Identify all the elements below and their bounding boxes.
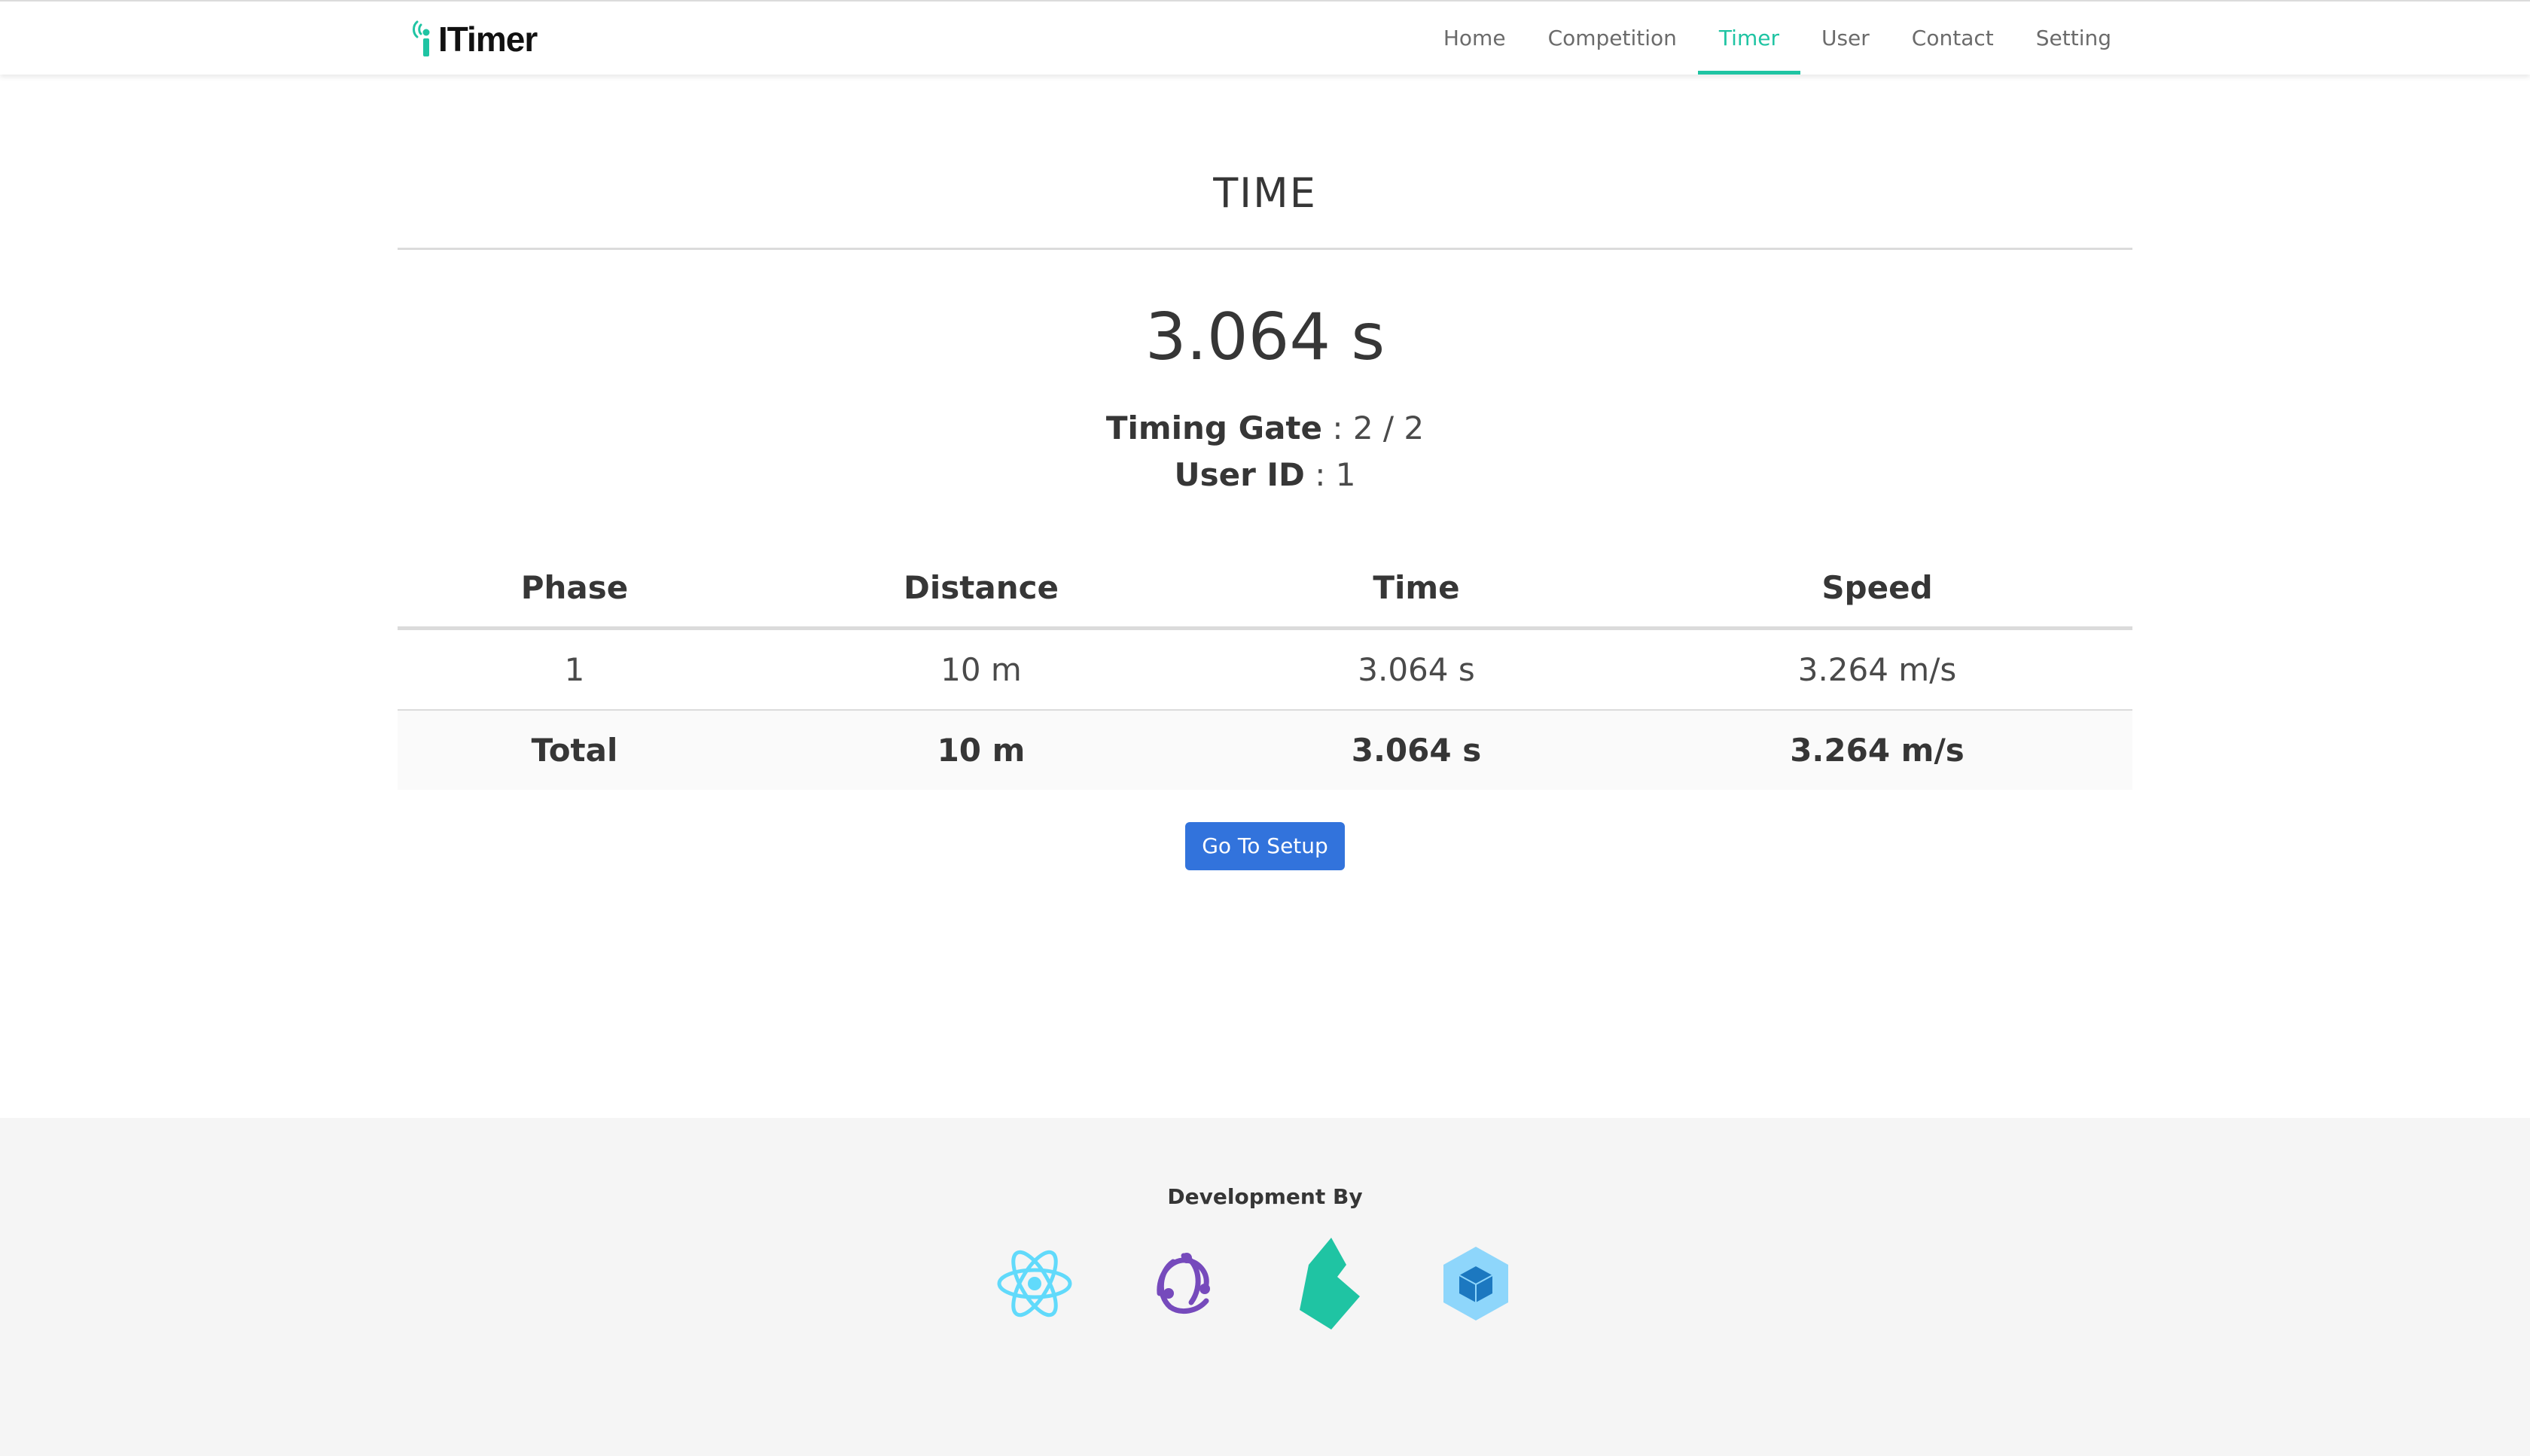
nav-item-user[interactable]: User	[1800, 2, 1891, 75]
user-id-value: 1	[1335, 456, 1356, 493]
timing-gate-label: Timing Gate	[1105, 410, 1322, 446]
page-title: TIME	[1213, 169, 1317, 217]
button-container: Go To Setup	[398, 822, 2132, 870]
nav-item-timer[interactable]: Timer	[1697, 2, 1800, 75]
header-distance: Distance	[751, 548, 1211, 630]
total-time: 3.064 s	[1211, 710, 1622, 790]
total-speed: 3.264 m/s	[1622, 710, 2132, 790]
bulma-icon	[1300, 1238, 1360, 1330]
navbar: ITimer Home Competition Timer User Conta…	[0, 0, 2530, 75]
table-header-row: Phase Distance Time Speed	[398, 548, 2132, 630]
table-total-row: Total 10 m 3.064 s 3.264 m/s	[398, 710, 2132, 790]
user-id-label: User ID	[1174, 456, 1305, 493]
user-id-info: User ID : 1	[398, 452, 2132, 498]
react-icon	[997, 1250, 1072, 1317]
total-distance: 10 m	[751, 710, 1211, 790]
go-to-setup-button[interactable]: Go To Setup	[1185, 822, 1345, 870]
footer: Development By	[0, 1118, 2530, 1456]
nav-item-home[interactable]: Home	[1422, 2, 1527, 75]
header-phase: Phase	[398, 548, 751, 630]
header-time: Time	[1211, 548, 1622, 630]
main-content: TIME 3.064 s Timing Gate : 2 / 2 User ID…	[398, 75, 2132, 870]
footer-title: Development By	[1167, 1184, 1363, 1209]
timer-logo-icon	[413, 20, 430, 56]
total-label: Total	[398, 710, 751, 790]
cell-speed: 3.264 m/s	[1622, 628, 2132, 711]
cell-distance: 10 m	[751, 628, 1211, 711]
user-id-separator: :	[1304, 456, 1336, 493]
nav-item-contact[interactable]: Contact	[1891, 2, 2015, 75]
redux-icon	[1157, 1253, 1210, 1314]
timing-gate-value: 2 / 2	[1352, 410, 1425, 446]
timing-gate-info: Timing Gate : 2 / 2	[398, 405, 2132, 452]
brand-name: ITimer	[438, 20, 538, 59]
brand-logo[interactable]: ITimer	[411, 17, 538, 62]
title-divider	[398, 248, 2132, 250]
cell-phase: 1	[398, 628, 751, 711]
table-row: 1 10 m 3.064 s 3.264 m/s	[398, 628, 2132, 711]
nav-item-setting[interactable]: Setting	[2015, 2, 2132, 75]
nav-item-competition[interactable]: Competition	[1527, 2, 1698, 75]
results-table: Phase Distance Time Speed 1 10 m 3.064 s…	[398, 548, 2132, 790]
timing-gate-separator: :	[1322, 410, 1353, 446]
header-speed: Speed	[1622, 548, 2132, 630]
time-result: 3.064 s	[1145, 300, 1385, 375]
cell-time: 3.064 s	[1211, 628, 1622, 711]
webpack-icon	[1443, 1247, 1508, 1320]
nav-menu: Home Competition Timer User Contact Sett…	[1422, 2, 2132, 75]
